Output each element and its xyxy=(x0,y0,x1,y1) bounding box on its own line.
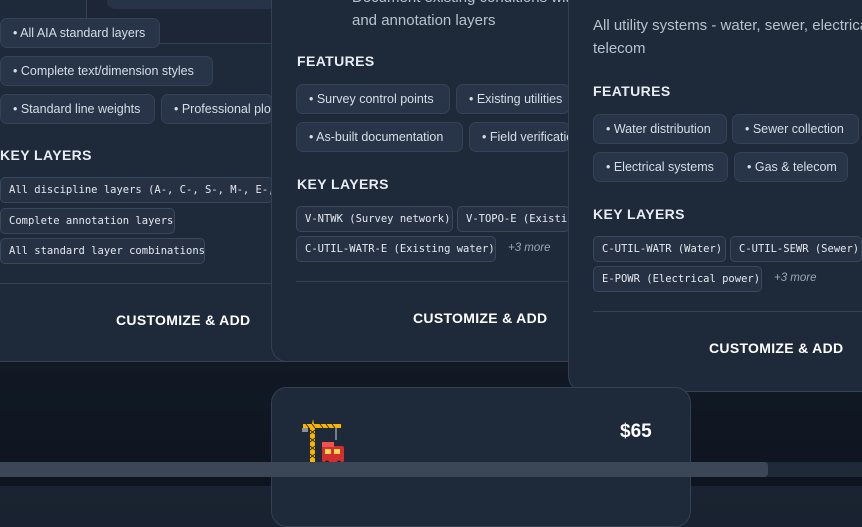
layer-chip: C-UTIL-SEWR (Sewer) xyxy=(730,236,862,262)
feature-pill: • Existing utilities xyxy=(456,84,570,114)
card-description-line: All utility systems - water, sewer, elec… xyxy=(593,17,862,34)
card-divider xyxy=(296,281,570,282)
layer-chip: Complete annotation layers xyxy=(0,208,175,234)
layer-chip: V-NTWK (Survey network) xyxy=(296,206,453,232)
layer-chip: V-TOPO-E (Existing topography) xyxy=(457,206,570,232)
construction-crane-icon xyxy=(300,418,348,466)
features-title: FEATURES xyxy=(297,53,375,69)
key-layers-title: KEY LAYERS xyxy=(297,176,389,192)
feature-pill: • Electrical systems xyxy=(593,152,728,182)
feature-pill: • Survey control points xyxy=(296,84,450,114)
feature-pill: • Standard line weights xyxy=(0,94,155,124)
feature-pill: • Complete text/dimension styles xyxy=(0,56,213,86)
more-layers-link[interactable]: +3 more xyxy=(508,242,551,254)
customize-add-button[interactable]: CUSTOMIZE & ADD xyxy=(709,340,843,356)
card-description: All utility systems - water, sewer, elec… xyxy=(593,14,862,62)
horizontal-scrollbar-thumb[interactable] xyxy=(0,462,768,477)
card-description-line: telecom xyxy=(593,40,646,57)
feature-pill: • All AIA standard layers xyxy=(0,18,160,48)
feature-pill: • Water distribution xyxy=(593,114,727,144)
card-divider xyxy=(593,311,862,312)
feature-pill: • As-built documentation xyxy=(296,122,463,152)
price-label: $65 xyxy=(620,421,652,442)
feature-pill: • Gas & telecom xyxy=(734,152,848,182)
customize-add-button[interactable]: CUSTOMIZE & ADD xyxy=(116,312,250,328)
key-layers-title: KEY LAYERS xyxy=(593,206,685,222)
feature-pill: • Sewer collection xyxy=(732,114,859,144)
layer-chip: E-POWR (Electrical power) xyxy=(593,266,762,292)
key-layers-title: KEY LAYERS xyxy=(0,147,92,163)
layer-chip: C-UTIL-WATR-E (Existing water) xyxy=(296,236,496,262)
card-divider xyxy=(0,283,272,284)
features-title: FEATURES xyxy=(593,83,671,99)
customize-add-button[interactable]: CUSTOMIZE & ADD xyxy=(413,310,547,326)
layer-chip: All discipline layers (A-, C-, S-, M-, E… xyxy=(0,177,273,203)
feature-pill: • Field verification xyxy=(469,122,570,152)
layer-chip: All standard layer combinations xyxy=(0,238,205,264)
layer-chip: C-UTIL-WATR (Water) xyxy=(593,236,726,262)
card-description-line: and annotation layers xyxy=(352,12,496,29)
card-description: Document existing conditions with survey… xyxy=(352,0,570,32)
card-description-line: Document existing conditions with survey xyxy=(352,0,570,9)
more-layers-link[interactable]: +3 more xyxy=(774,272,817,284)
feature-pill: • Professional plot styles xyxy=(161,94,273,124)
